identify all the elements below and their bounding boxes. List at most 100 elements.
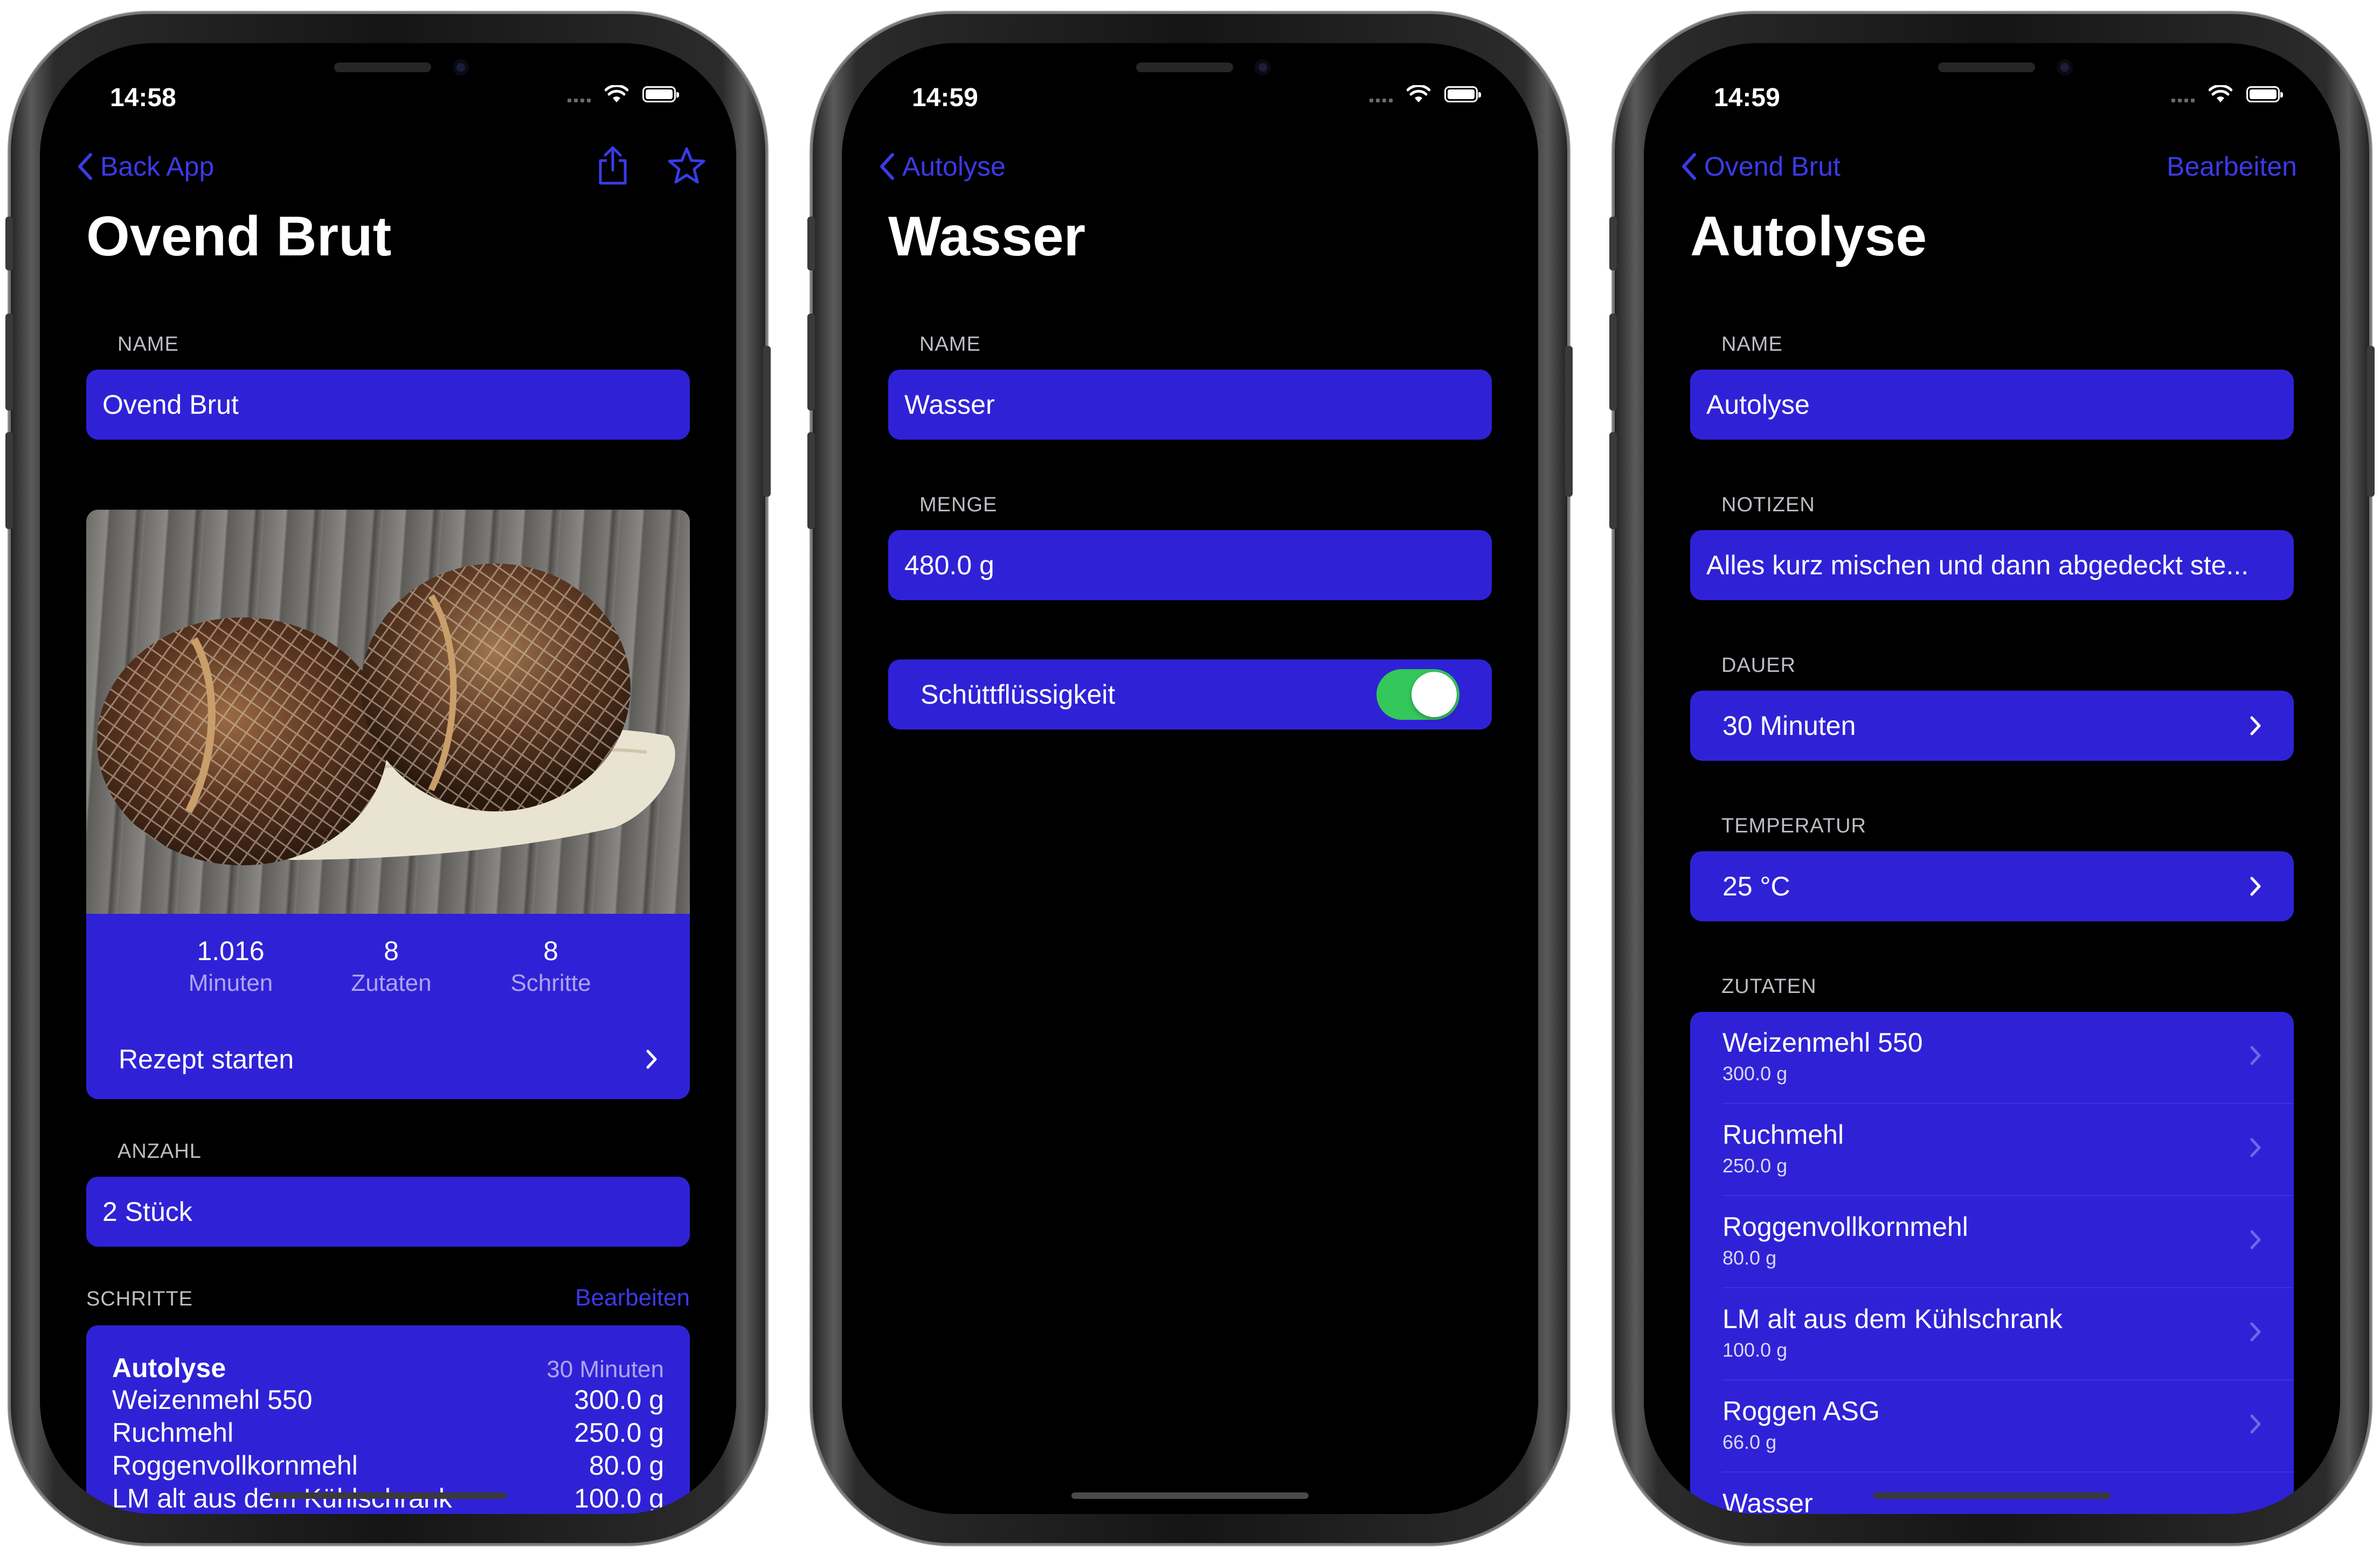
name-section-label: NAME [117, 333, 179, 356]
chevron-right-icon [2250, 716, 2261, 735]
edit-button[interactable]: Bearbeiten [2167, 151, 2297, 182]
side-button [763, 346, 771, 497]
phone-frame-3: 14:59 Ovend Brut Bearbeiten Autolyse NAM… [1609, 12, 2375, 1545]
speaker [1136, 62, 1233, 72]
back-label: Back App [100, 151, 215, 182]
step-item-name: Weizenmehl 550 [112, 1385, 313, 1415]
step-item-amount: 250.0 g [574, 1418, 664, 1448]
volume-down-button [807, 432, 815, 529]
ingredient-name: Roggenvollkornmehl [1722, 1212, 1968, 1242]
chevron-right-icon [2250, 877, 2261, 896]
stat-ingredients: 8 Zutaten [337, 935, 445, 997]
screen-step: 14:59 Ovend Brut Bearbeiten Autolyse NAM… [1644, 43, 2340, 1514]
stat-minutes-value: 1.016 [197, 936, 265, 966]
start-recipe-label: Rezept starten [119, 1044, 294, 1074]
back-label: Ovend Brut [1704, 151, 1841, 182]
volume-up-button [807, 314, 815, 411]
back-button[interactable]: Back App [77, 151, 214, 182]
status-icons [568, 85, 679, 103]
page-title: Ovend Brut [86, 205, 392, 268]
stat-steps: 8 Schritte [497, 935, 605, 997]
step-item: Ruchmehl 250.0 g [112, 1416, 664, 1449]
ingredient-amount: 250.0 g [1722, 1155, 1788, 1177]
name-field[interactable]: Ovend Brut [86, 370, 690, 440]
duration-section-label: DAUER [1721, 654, 1796, 677]
name-value: Ovend Brut [102, 390, 239, 420]
wifi-icon [605, 85, 628, 102]
signal-icon [568, 86, 591, 102]
ingredient-row[interactable]: Roggen ASG 66.0 g [1690, 1380, 2294, 1472]
steps-edit-button[interactable]: Bearbeiten [575, 1284, 690, 1311]
step-item-name: Roggenvollkornmehl [112, 1450, 358, 1481]
ingredient-name: Ruchmehl [1722, 1120, 1844, 1150]
step-duration: 30 Minuten [546, 1356, 664, 1383]
ingredient-row[interactable]: Weizenmehl 550 300.0 g [1690, 1012, 2294, 1104]
duration-row[interactable]: 30 Minuten [1690, 691, 2294, 761]
home-indicator[interactable] [1873, 1492, 2111, 1499]
star-icon[interactable] [667, 147, 706, 184]
volume-down-button [1609, 432, 1617, 529]
recipe-photo[interactable] [86, 510, 690, 914]
amount-field[interactable]: 480.0 g [888, 530, 1492, 600]
ingredient-row[interactable]: Roggenvollkornmehl 80.0 g [1690, 1196, 2294, 1288]
home-indicator[interactable] [269, 1492, 507, 1499]
count-value: 2 Stück [102, 1197, 192, 1227]
back-button[interactable]: Ovend Brut [1680, 151, 1841, 182]
stat-ingredients-label: Zutaten [351, 970, 432, 996]
screen-recipe: 14:58 Back App Ovend Brut NAME Ovend Bru… [40, 43, 736, 1514]
mute-switch [1609, 217, 1617, 270]
ingredient-amount: 66.0 g [1722, 1431, 1777, 1453]
toggle-knob [1412, 672, 1457, 717]
stat-steps-value: 8 [543, 936, 558, 966]
chevron-right-icon [2250, 1414, 2261, 1434]
name-section-label: NAME [919, 333, 981, 356]
status-time: 14:59 [1714, 84, 1780, 112]
share-icon[interactable] [596, 145, 629, 185]
ingredient-amount: 300.0 g [1722, 1062, 1788, 1085]
page-title: Wasser [888, 205, 1086, 268]
ingredient-name: Wasser [1722, 1488, 1813, 1514]
ingredient-row[interactable]: Ruchmehl 250.0 g [1690, 1104, 2294, 1196]
status-time: 14:59 [912, 84, 978, 112]
back-button[interactable]: Autolyse [878, 151, 1006, 182]
volume-down-button [5, 432, 13, 529]
side-button [1565, 346, 1573, 497]
start-recipe-button[interactable]: Rezept starten [119, 1038, 658, 1081]
chevron-right-icon [2250, 1138, 2261, 1157]
notch [1830, 43, 2154, 91]
chevron-left-icon [78, 153, 92, 180]
status-time: 14:58 [110, 84, 176, 112]
mute-switch [5, 217, 13, 270]
liquid-toggle[interactable] [1376, 669, 1459, 720]
step-item-amount: 100.0 g [574, 1483, 664, 1513]
step-title: Autolyse [112, 1353, 226, 1383]
status-icons [1369, 85, 1481, 103]
phone-frame-1: 14:58 Back App Ovend Brut NAME Ovend Bru… [5, 12, 771, 1545]
name-field[interactable]: Wasser [888, 370, 1492, 440]
name-value: Autolyse [1706, 390, 1810, 420]
page-title: Autolyse [1690, 205, 1927, 268]
camera [2057, 59, 2073, 75]
camera [1255, 59, 1271, 75]
amount-value: 480.0 g [904, 550, 994, 580]
stat-minutes: 1.016 Minuten [177, 935, 285, 997]
chevron-right-icon [646, 1050, 657, 1069]
step-card[interactable]: Autolyse 30 Minuten Weizenmehl 550 300.0 … [86, 1325, 690, 1514]
name-section-label: NAME [1721, 333, 1783, 356]
home-indicator[interactable] [1071, 1492, 1309, 1499]
steps-section-label: SCHRITTE [86, 1288, 193, 1310]
chevron-left-icon [1682, 153, 1696, 180]
stat-steps-label: Schritte [510, 970, 591, 996]
toggle-label: Schüttflüssigkeit [921, 679, 1116, 710]
step-item-amount: 300.0 g [574, 1385, 664, 1415]
notes-field[interactable]: Alles kurz mischen und dann abgedeckt st… [1690, 530, 2294, 600]
step-item-name: Ruchmehl [112, 1418, 234, 1448]
name-field[interactable]: Autolyse [1690, 370, 2294, 440]
count-field[interactable]: 2 Stück [86, 1177, 690, 1247]
temperature-row[interactable]: 25 °C [1690, 851, 2294, 921]
ingredient-row[interactable]: LM alt aus dem Kühlschrank 100.0 g [1690, 1288, 2294, 1380]
speaker [334, 62, 431, 72]
recipe-stats-card: 1.016 Minuten 8 Zutaten 8 Schritte Rezept s… [86, 914, 690, 1099]
chevron-right-icon [2250, 1322, 2261, 1342]
battery-icon [642, 86, 679, 102]
